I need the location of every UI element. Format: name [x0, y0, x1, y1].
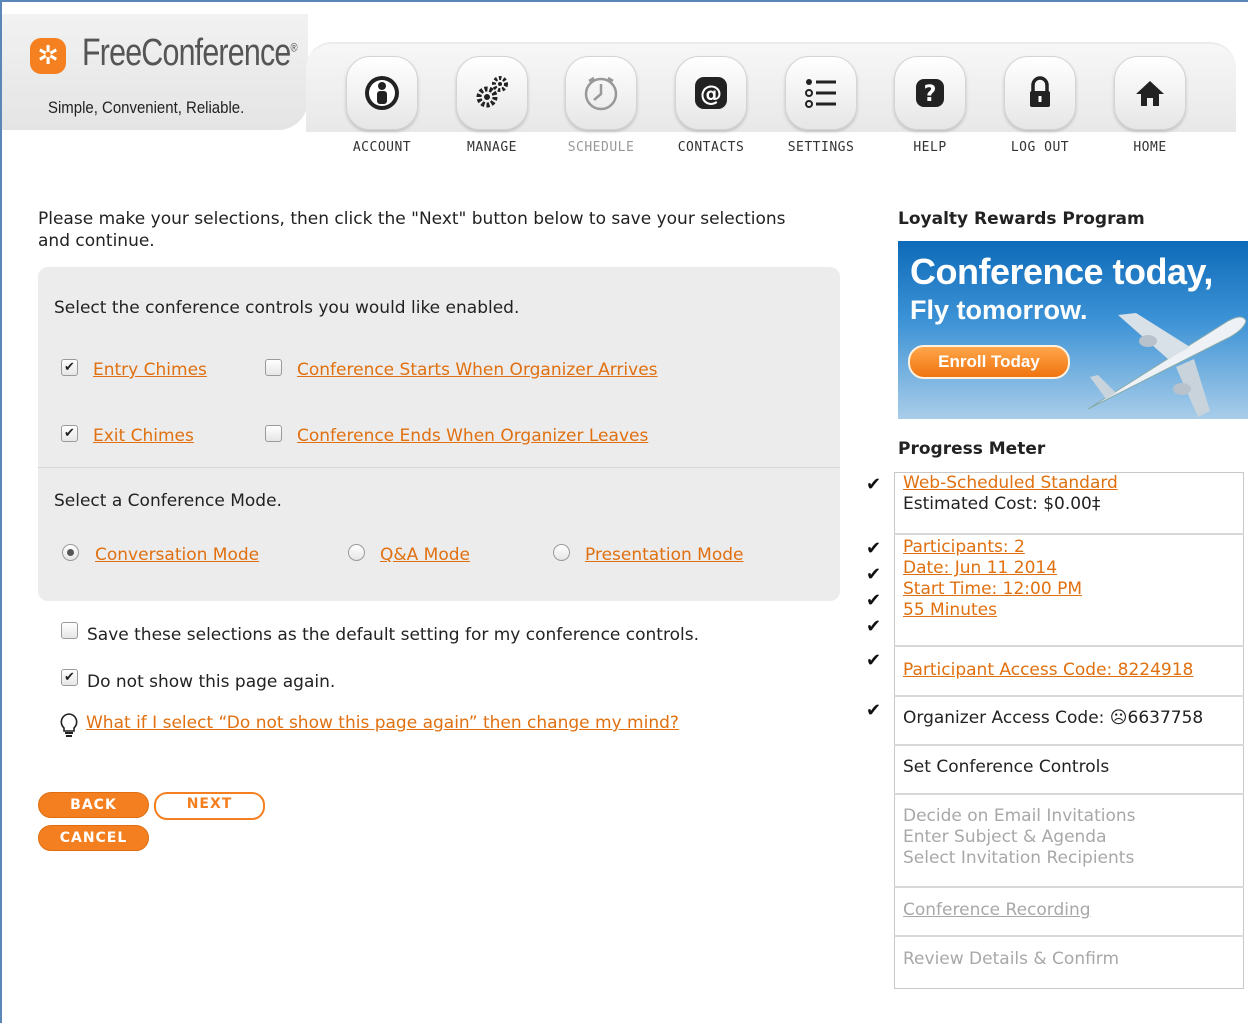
nav-schedule[interactable]: SCHEDULE	[556, 56, 646, 155]
nav-manage[interactable]: MANAGE	[447, 56, 537, 155]
recording-step-link[interactable]: Conference Recording	[903, 900, 1091, 921]
progress-separator	[894, 533, 1244, 535]
nav-help[interactable]: ? HELP	[885, 56, 975, 155]
cancel-button[interactable]: CANCEL	[38, 825, 149, 851]
nav-account[interactable]: ACCOUNT	[337, 56, 427, 155]
entry-chimes-link[interactable]: Entry Chimes	[93, 360, 207, 380]
ends-when-organizer-leaves-checkbox[interactable]	[265, 425, 282, 442]
question-icon: ?	[916, 79, 944, 107]
airplane-icon	[1087, 313, 1247, 417]
rewards-banner[interactable]: Conference today, Fly tomorrow. Enroll T…	[898, 241, 1248, 419]
progress-separator	[894, 935, 1244, 937]
check-icon: ✔	[866, 616, 882, 637]
mode-heading: Select a Conference Mode.	[54, 491, 282, 511]
progress-separator	[894, 645, 1244, 647]
presentation-mode-radio[interactable]	[553, 544, 570, 561]
window-frame-left	[0, 0, 2, 1023]
ends-when-organizer-leaves-link[interactable]: Conference Ends When Organizer Leaves	[297, 426, 648, 446]
lock-icon	[1030, 76, 1050, 107]
lightbulb-icon	[60, 713, 78, 737]
brand-tagline: Simple, Convenient, Reliable.	[48, 98, 245, 117]
check-icon: ✔	[866, 700, 882, 721]
check-icon: ✔	[866, 650, 882, 671]
progress-meter-title: Progress Meter	[898, 439, 1046, 459]
dont-show-again-checkbox[interactable]: ✔	[61, 669, 78, 686]
entry-chimes-checkbox[interactable]: ✔	[61, 359, 78, 376]
gears-icon	[476, 76, 508, 108]
nav-contacts[interactable]: @ CONTACTS	[666, 56, 756, 155]
account-icon	[365, 76, 399, 110]
starts-when-organizer-arrives-link[interactable]: Conference Starts When Organizer Arrives	[297, 360, 658, 380]
check-icon: ✔	[866, 564, 882, 585]
freeconference-logo-icon: ✲	[30, 38, 66, 74]
email-step-line: Enter Subject & Agenda	[903, 827, 1107, 847]
current-step: Set Conference Controls	[903, 757, 1110, 777]
clock-icon	[584, 76, 618, 111]
rewards-title: Loyalty Rewards Program	[898, 209, 1145, 229]
help-change-mind-link[interactable]: What if I select “Do not show this page …	[86, 713, 679, 733]
participant-code-link[interactable]: Participant Access Code: 8224918	[903, 660, 1193, 681]
email-step-line: Select Invitation Recipients	[903, 848, 1135, 868]
exit-chimes-link[interactable]: Exit Chimes	[93, 426, 194, 446]
next-button[interactable]: NEXT	[154, 792, 265, 820]
qa-mode-radio[interactable]	[348, 544, 365, 561]
qa-mode-link[interactable]: Q&A Mode	[380, 545, 470, 565]
top-nav-bar	[306, 42, 1236, 132]
intro-text: Please make your selections, then click …	[38, 209, 786, 251]
banner-subline: Fly tomorrow.	[910, 295, 1088, 325]
conversation-mode-link[interactable]: Conversation Mode	[95, 545, 259, 565]
start-time-link[interactable]: Start Time: 12:00 PM	[903, 579, 1082, 600]
save-default-label: Save these selections as the default set…	[87, 625, 699, 645]
check-icon: ✔	[866, 538, 882, 559]
window-frame-top	[0, 0, 1248, 2]
panel-divider	[38, 467, 840, 468]
progress-separator	[894, 695, 1244, 697]
banner-headline: Conference today,	[910, 251, 1213, 292]
dont-show-again-label: Do not show this page again.	[87, 672, 336, 692]
nav-settings[interactable]: SETTINGS	[776, 56, 866, 155]
estimated-cost: Estimated Cost: $0.00‡	[903, 494, 1101, 514]
nav-logout[interactable]: LOG OUT	[995, 56, 1085, 155]
progress-separator	[894, 744, 1244, 746]
email-step-line: Decide on Email Invitations	[903, 806, 1136, 826]
list-icon	[805, 79, 836, 108]
enroll-today-button[interactable]: Enroll Today	[908, 345, 1070, 379]
plan-link[interactable]: Web-Scheduled Standard	[903, 473, 1118, 494]
svg-text:?: ?	[924, 82, 937, 107]
exit-chimes-checkbox[interactable]: ✔	[61, 425, 78, 442]
svg-text:@: @	[700, 82, 722, 107]
nav-home[interactable]: HOME	[1105, 56, 1195, 155]
organizer-code: Organizer Access Code: ☹6637758	[903, 708, 1204, 728]
progress-separator	[894, 793, 1244, 795]
duration-link[interactable]: 55 Minutes	[903, 600, 997, 621]
logo-area[interactable]: ✲ FreeConference® Simple, Convenient, Re…	[2, 14, 308, 130]
brand-name: FreeConference®	[82, 32, 298, 74]
starts-when-organizer-arrives-checkbox[interactable]	[265, 359, 282, 376]
participants-link[interactable]: Participants: 2	[903, 537, 1025, 558]
date-link[interactable]: Date: Jun 11 2014	[903, 558, 1057, 579]
check-icon: ✔	[866, 474, 882, 495]
at-sign-icon: @	[695, 77, 727, 109]
back-button[interactable]: BACK	[38, 792, 149, 818]
home-icon	[1136, 81, 1164, 106]
check-icon: ✔	[866, 590, 882, 611]
controls-heading: Select the conference controls you would…	[54, 298, 520, 318]
conversation-mode-radio[interactable]	[62, 544, 79, 561]
presentation-mode-link[interactable]: Presentation Mode	[585, 545, 744, 565]
progress-separator	[894, 886, 1244, 888]
save-default-checkbox[interactable]	[61, 622, 78, 639]
review-step: Review Details & Confirm	[903, 949, 1120, 969]
